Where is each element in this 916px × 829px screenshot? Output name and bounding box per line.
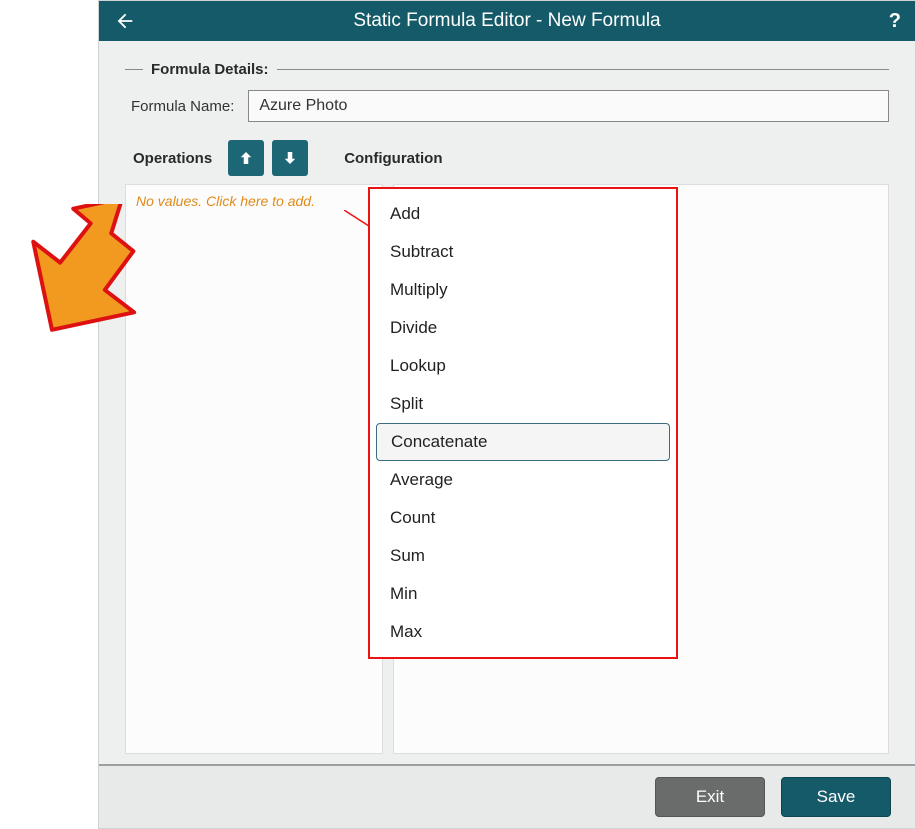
dropdown-item-split[interactable]: Split (370, 385, 676, 423)
exit-button[interactable]: Exit (655, 777, 765, 817)
dropdown-item-add[interactable]: Add (370, 195, 676, 233)
formula-name-input[interactable] (248, 90, 889, 122)
formula-details-header: Formula Details: (125, 61, 889, 78)
arrow-up-icon (237, 149, 255, 167)
dropdown-item-divide[interactable]: Divide (370, 309, 676, 347)
help-button[interactable]: ? (889, 10, 901, 33)
arrow-down-icon (281, 149, 299, 167)
operations-label: Operations (133, 150, 212, 167)
dropdown-item-max[interactable]: Max (370, 613, 676, 651)
titlebar: Static Formula Editor - New Formula ? (99, 1, 915, 41)
ops-config-header: Operations Configuration (125, 140, 889, 176)
operations-placeholder[interactable]: No values. Click here to add. (136, 193, 315, 209)
formula-name-label: Formula Name: (131, 98, 234, 115)
move-down-button[interactable] (272, 140, 308, 176)
operations-dropdown[interactable]: AddSubtractMultiplyDivideLookupSplitConc… (368, 187, 678, 659)
move-up-button[interactable] (228, 140, 264, 176)
dropdown-item-concatenate[interactable]: Concatenate (376, 423, 670, 461)
dropdown-item-subtract[interactable]: Subtract (370, 233, 676, 271)
formula-details-label: Formula Details: (151, 61, 269, 78)
dropdown-item-count[interactable]: Count (370, 499, 676, 537)
dropdown-item-min[interactable]: Min (370, 575, 676, 613)
dropdown-item-lookup[interactable]: Lookup (370, 347, 676, 385)
back-button[interactable] (113, 9, 137, 33)
save-button[interactable]: Save (781, 777, 891, 817)
back-arrow-icon (114, 10, 136, 32)
dropdown-item-average[interactable]: Average (370, 461, 676, 499)
operations-panel: No values. Click here to add. (125, 184, 383, 754)
formula-name-row: Formula Name: (125, 90, 889, 122)
dropdown-item-sum[interactable]: Sum (370, 537, 676, 575)
window-title: Static Formula Editor - New Formula (99, 10, 915, 32)
dropdown-item-multiply[interactable]: Multiply (370, 271, 676, 309)
footer: Exit Save (99, 764, 915, 828)
configuration-label: Configuration (344, 150, 442, 167)
